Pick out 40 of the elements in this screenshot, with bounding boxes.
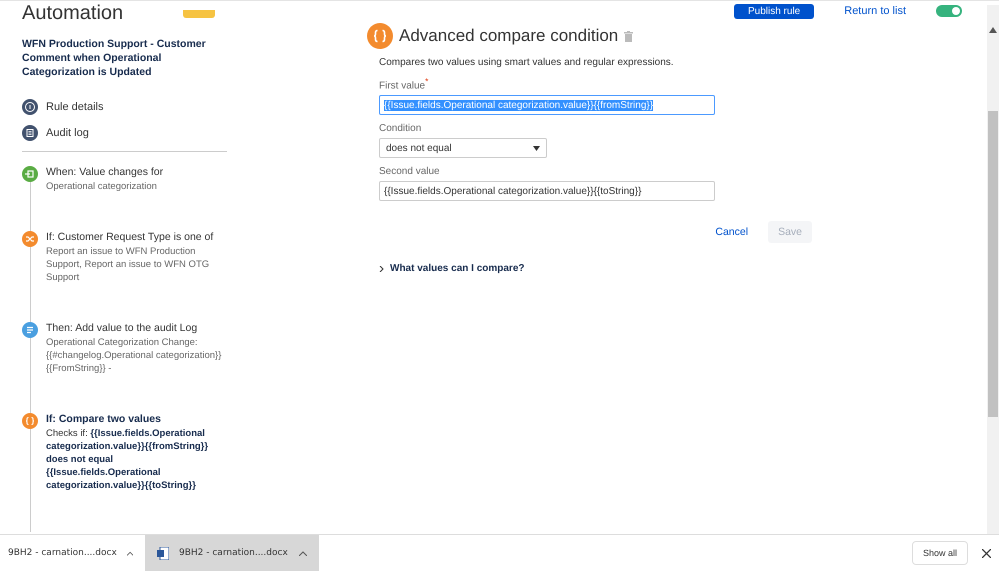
step-title[interactable]: Then: Add value to the audit Log	[46, 322, 227, 334]
info-icon	[22, 99, 38, 115]
field-label: First value$^{*}$	[379, 76, 430, 92]
caret-icon[interactable]	[299, 550, 307, 556]
return-link[interactable]: Return to list	[844, 5, 906, 17]
step-title[interactable]: If: Compare two values	[46, 413, 227, 425]
scroll-up-icon[interactable]	[989, 27, 997, 33]
rule-title: WFN Production Support - Customer Comment when Operational Categorization is Updated	[22, 37, 207, 79]
close-icon[interactable]	[982, 548, 991, 558]
status-badge	[183, 10, 216, 18]
document-icon	[157, 546, 169, 560]
required-mark: *	[425, 76, 428, 86]
document-icon	[22, 125, 38, 141]
step-title[interactable]: If: Customer Request Type is one of	[46, 231, 227, 243]
sidebar-link[interactable]: Audit log	[46, 127, 89, 139]
help-toggle[interactable]: What values can I compare?	[390, 263, 524, 274]
scrollbar[interactable]	[987, 5, 999, 534]
sidebar-link[interactable]: Rule details	[46, 101, 104, 113]
step-description: Operational categorization	[46, 180, 158, 193]
download-item[interactable]: 9BH2 - carnation....docx	[0, 535, 145, 571]
step-description: Report an issue to WFN Production Support, Report an issue to WFN OTG Support	[46, 245, 210, 284]
second-value-field[interactable]: {{Issue.fields.Operational categorization.value}}{{toString}}	[379, 181, 715, 202]
step-title[interactable]: When: Value changes for	[46, 166, 164, 178]
download-item[interactable]: 9BH2 - carnation....docx	[145, 535, 319, 571]
caret-icon[interactable]	[126, 550, 133, 556]
panel-title: Advanced compare condition	[399, 26, 618, 46]
page-title: Automation	[22, 2, 124, 25]
dropdown-arrow-icon	[533, 146, 540, 151]
field-label: Second value	[379, 166, 441, 178]
enable-toggle[interactable]	[936, 5, 962, 17]
chevron-icon[interactable]	[379, 266, 384, 272]
step-description: Checks if: {{Issue.fields.Operational categorization.value}}{{fromString}} does not equal {{Issue.fields.Operational categorization.value}}{{toString}}	[46, 427, 210, 492]
show-all-button[interactable]: Show all	[912, 541, 968, 565]
publish-button[interactable]: Publish rule	[734, 4, 814, 18]
cancel-button[interactable]: Cancel	[709, 225, 754, 240]
step-description: Operational Categorization Change: {{#changelog.Operational categorization}}{{FromString}} -	[46, 336, 222, 375]
field-label: Condition	[379, 123, 422, 134]
condition-dropdown[interactable]: does not equal	[379, 138, 547, 158]
panel-description: Compares two values using smart values and regular expressions.	[379, 57, 675, 68]
braces-icon	[367, 23, 393, 49]
